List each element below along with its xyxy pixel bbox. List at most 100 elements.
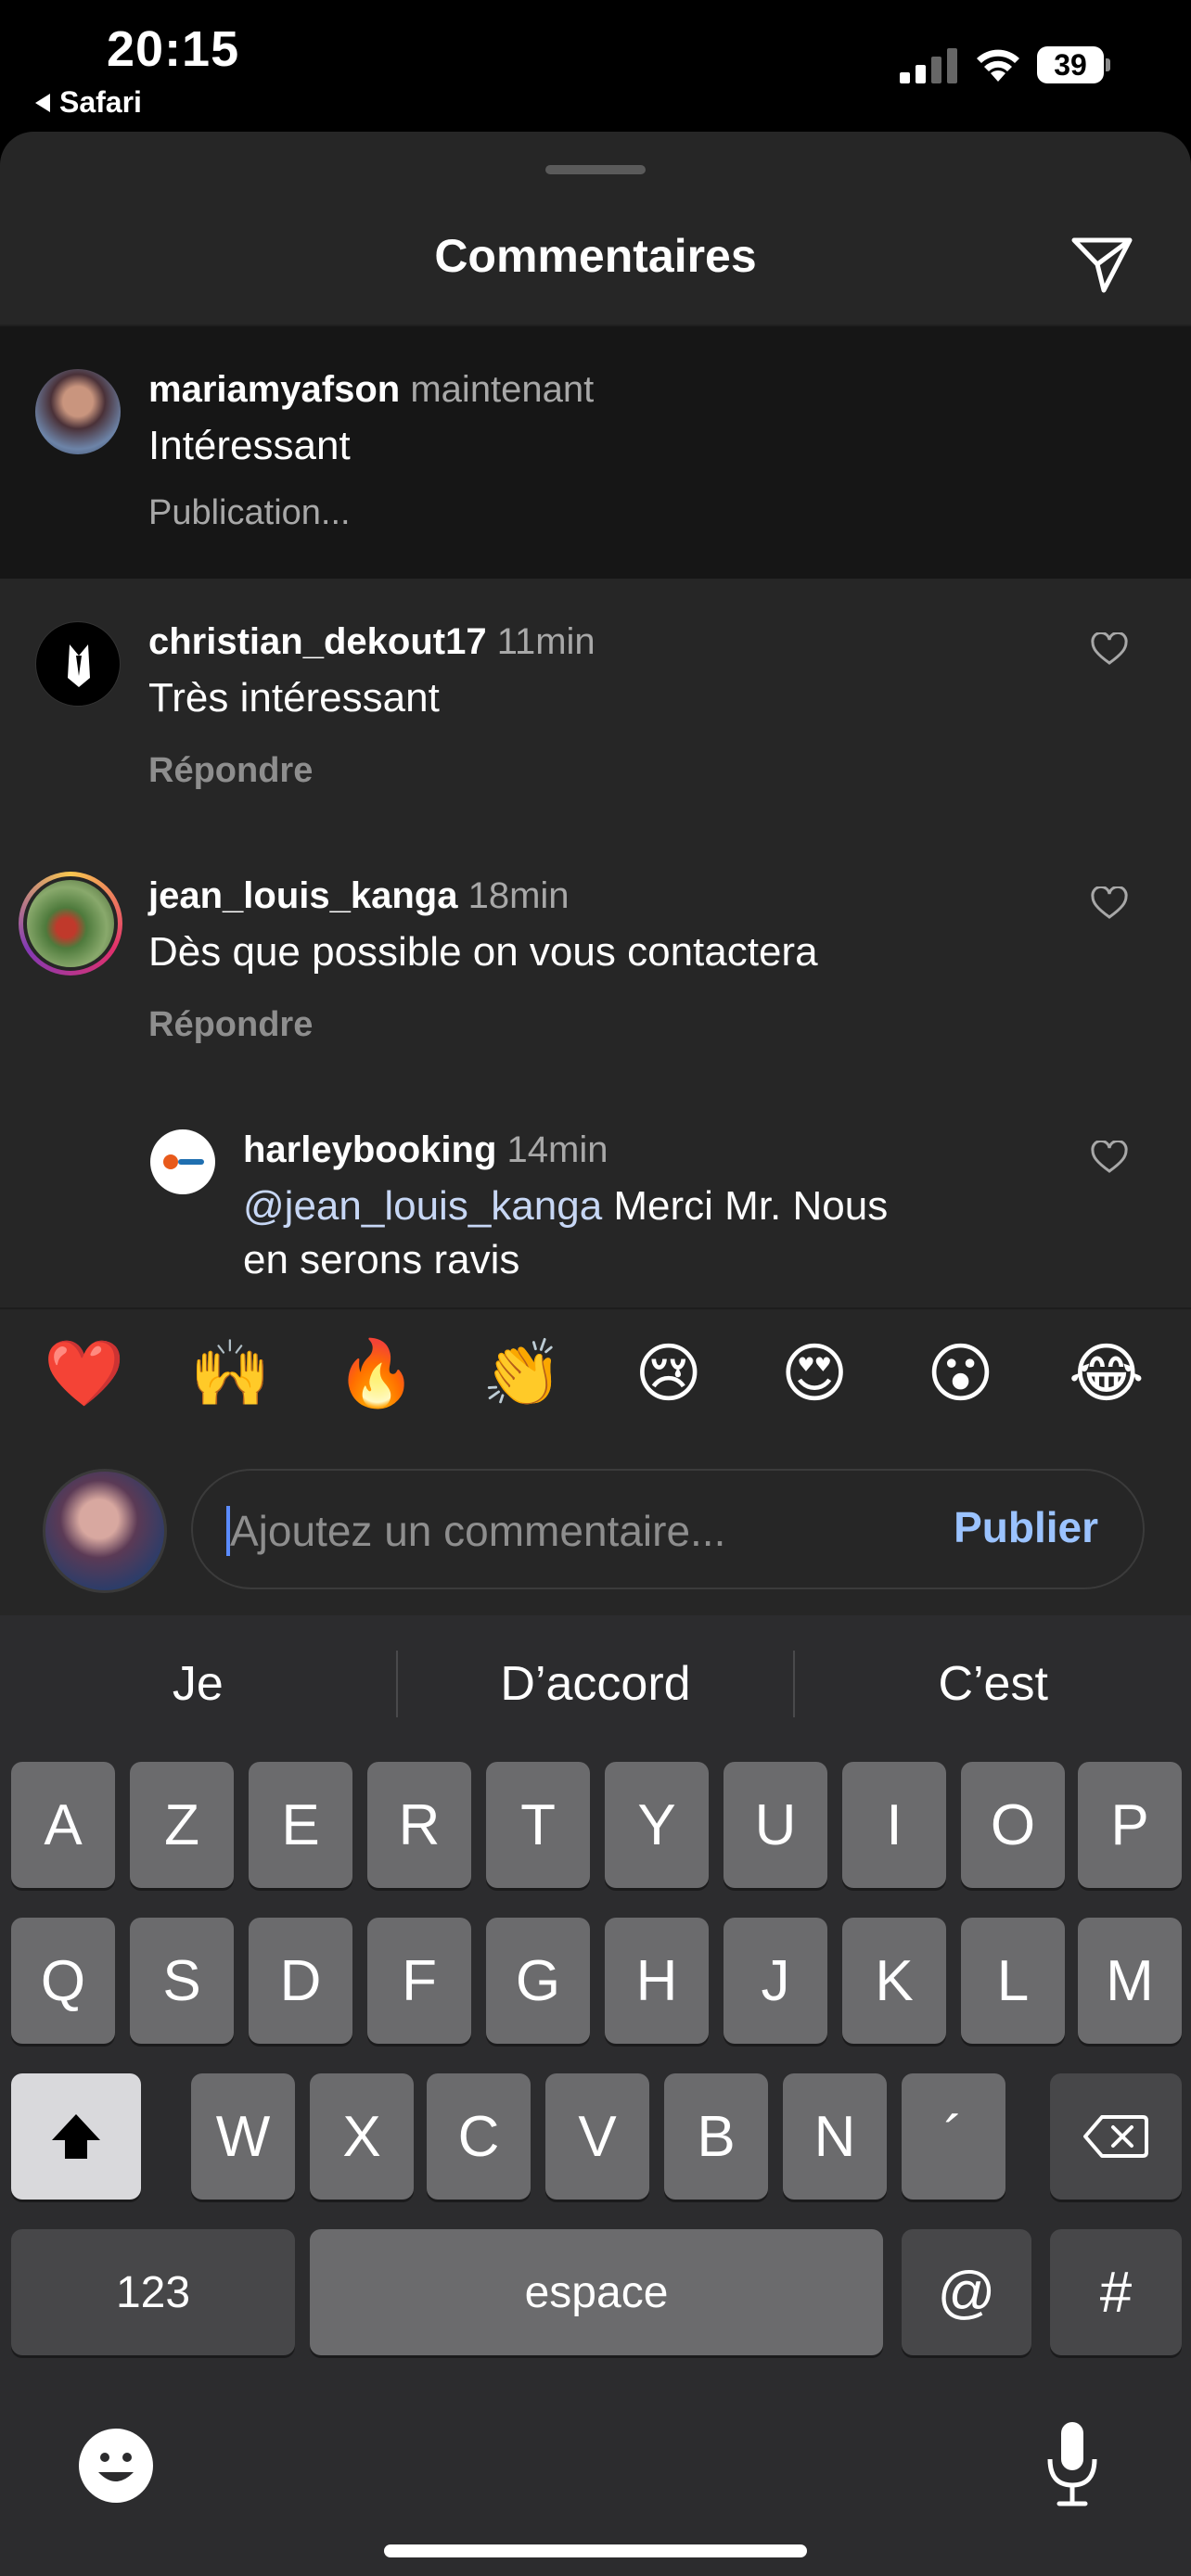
posting-status: Publication... <box>148 493 351 532</box>
reply-button[interactable]: Répondre <box>148 1005 313 1045</box>
current-user-avatar <box>43 1469 167 1593</box>
status-bar: 20:15 Safari 39 <box>0 0 1191 130</box>
avatar-with-story-ring[interactable] <box>19 872 122 976</box>
cellular-signal-icon <box>900 48 957 83</box>
back-app-label: Safari <box>59 85 142 119</box>
emoji-crying[interactable]: 😢 <box>627 1336 711 1410</box>
key-b[interactable]: B <box>664 2073 768 2200</box>
comment-time: 18min <box>467 875 570 916</box>
key-f[interactable]: F <box>367 1918 471 2044</box>
key-k[interactable]: K <box>842 1918 946 2044</box>
heart-like-icon[interactable] <box>1091 886 1128 920</box>
key-r[interactable]: R <box>367 1762 471 1888</box>
key-d[interactable]: D <box>249 1918 352 2044</box>
key-n[interactable]: N <box>783 2073 887 2200</box>
prediction-item[interactable]: C’est <box>795 1656 1191 1712</box>
key-w[interactable]: W <box>191 2073 295 2200</box>
comment-item-reply: harleybooking 14min @jean_louis_kanga Me… <box>0 1087 1191 1307</box>
key-i[interactable]: I <box>842 1762 946 1888</box>
shift-arrow-icon <box>52 2114 100 2159</box>
hash-key[interactable]: # <box>1050 2229 1182 2355</box>
comment-composer: Publier <box>191 1469 1145 1589</box>
key-p[interactable]: P <box>1078 1762 1182 1888</box>
comment-text-part: en serons ravis <box>243 1237 520 1282</box>
publish-button[interactable]: Publier <box>954 1502 1098 1552</box>
key-j[interactable]: J <box>724 1918 827 2044</box>
comment-text: Intéressant <box>148 423 351 468</box>
comment-item: christian_dekout17 11min Très intéressan… <box>0 579 1191 833</box>
comment-time: maintenant <box>410 369 595 410</box>
numbers-key[interactable]: 123 <box>11 2229 295 2355</box>
key-m[interactable]: M <box>1078 1918 1182 2044</box>
emoji-raised-hands[interactable]: 🙌 <box>188 1336 272 1410</box>
emoji-fire[interactable]: 🔥 <box>335 1336 418 1410</box>
key-acute-accent[interactable]: ´ <box>902 2073 1005 2200</box>
microphone-icon[interactable] <box>1043 2418 1102 2511</box>
comment-username[interactable]: jean_louis_kanga <box>148 875 457 916</box>
heart-like-icon[interactable] <box>1091 1141 1128 1174</box>
avatar[interactable] <box>35 621 121 707</box>
tuxedo-logo-icon <box>68 644 90 687</box>
key-l[interactable]: L <box>961 1918 1065 2044</box>
shift-key[interactable] <box>11 2073 141 2200</box>
emoji-heart-eyes[interactable]: 😍 <box>773 1336 856 1410</box>
heart-like-icon[interactable] <box>1091 632 1128 666</box>
key-o[interactable]: O <box>961 1762 1065 1888</box>
prediction-item[interactable]: Je <box>0 1656 396 1712</box>
key-v[interactable]: V <box>545 2073 649 2200</box>
emoji-laughing[interactable]: 😂 <box>1065 1336 1148 1410</box>
comments-sheet: Commentaires mariamyafson maintenant Int… <box>0 132 1191 1615</box>
key-a[interactable]: A <box>11 1762 115 1888</box>
comment-input[interactable] <box>230 1497 916 1565</box>
harley-logo-icon <box>163 1154 204 1169</box>
mention-link[interactable]: @jean_louis_kanga <box>243 1183 602 1229</box>
reply-button[interactable]: Répondre <box>148 751 313 791</box>
comment-username[interactable]: harleybooking <box>243 1129 496 1170</box>
comment-username[interactable]: christian_dekout17 <box>148 621 487 662</box>
sheet-title: Commentaires <box>434 230 757 282</box>
key-h[interactable]: H <box>605 1918 709 2044</box>
comment-text: Très intéressant <box>148 675 440 721</box>
at-key[interactable]: @ <box>902 2229 1031 2355</box>
key-q[interactable]: Q <box>11 1918 115 2044</box>
battery-icon: 39 <box>1037 46 1110 83</box>
comment-text: Dès que possible on vous contactera <box>148 929 818 975</box>
share-send-icon[interactable] <box>1067 229 1137 300</box>
key-y[interactable]: Y <box>605 1762 709 1888</box>
space-key[interactable]: espace <box>310 2229 883 2355</box>
emoji-heart[interactable]: ❤️ <box>43 1336 126 1410</box>
key-u[interactable]: U <box>724 1762 827 1888</box>
backspace-key[interactable] <box>1050 2073 1182 2200</box>
comment-text-part: Merci Mr. Nous <box>602 1183 889 1229</box>
predictive-bar: Je D’accord C’est <box>0 1615 1191 1753</box>
comment-item: mariamyafson maintenant Intéressant Publ… <box>0 326 1191 579</box>
wifi-icon <box>977 49 1019 82</box>
key-t[interactable]: T <box>486 1762 590 1888</box>
key-s[interactable]: S <box>130 1918 234 2044</box>
key-g[interactable]: G <box>486 1918 590 2044</box>
keyboard: Je D’accord C’est A Z E R T Y U I O P Q … <box>0 1615 1191 2576</box>
comment-time: 14min <box>506 1129 608 1170</box>
comment-time: 11min <box>496 621 596 662</box>
status-time: 20:15 <box>107 21 240 77</box>
avatar[interactable] <box>35 369 121 454</box>
back-triangle-icon <box>35 93 50 112</box>
emoji-keyboard-icon[interactable] <box>76 2426 156 2506</box>
battery-level: 39 <box>1054 47 1087 82</box>
home-indicator <box>384 2544 807 2557</box>
back-to-app-button[interactable]: Safari <box>35 85 142 120</box>
avatar[interactable] <box>150 1129 215 1194</box>
key-z[interactable]: Z <box>130 1762 234 1888</box>
key-e[interactable]: E <box>249 1762 352 1888</box>
prediction-item[interactable]: D’accord <box>398 1656 794 1712</box>
emoji-quick-bar: ❤️ 🙌 🔥 👏 😢 😍 😮 😂 <box>0 1307 1191 1437</box>
comment-text: @jean_louis_kanga Merci Mr. Nous en sero… <box>243 1180 1041 1287</box>
comment-username[interactable]: mariamyafson <box>148 369 400 410</box>
sheet-grabber[interactable] <box>545 165 646 174</box>
key-x[interactable]: X <box>310 2073 414 2200</box>
emoji-surprised[interactable]: 😮 <box>919 1336 1003 1410</box>
emoji-clapping[interactable]: 👏 <box>480 1336 564 1410</box>
delete-backspace-icon <box>1083 2115 1148 2158</box>
key-c[interactable]: C <box>427 2073 531 2200</box>
comment-item: jean_louis_kanga 18min Dès que possible … <box>0 833 1191 1087</box>
